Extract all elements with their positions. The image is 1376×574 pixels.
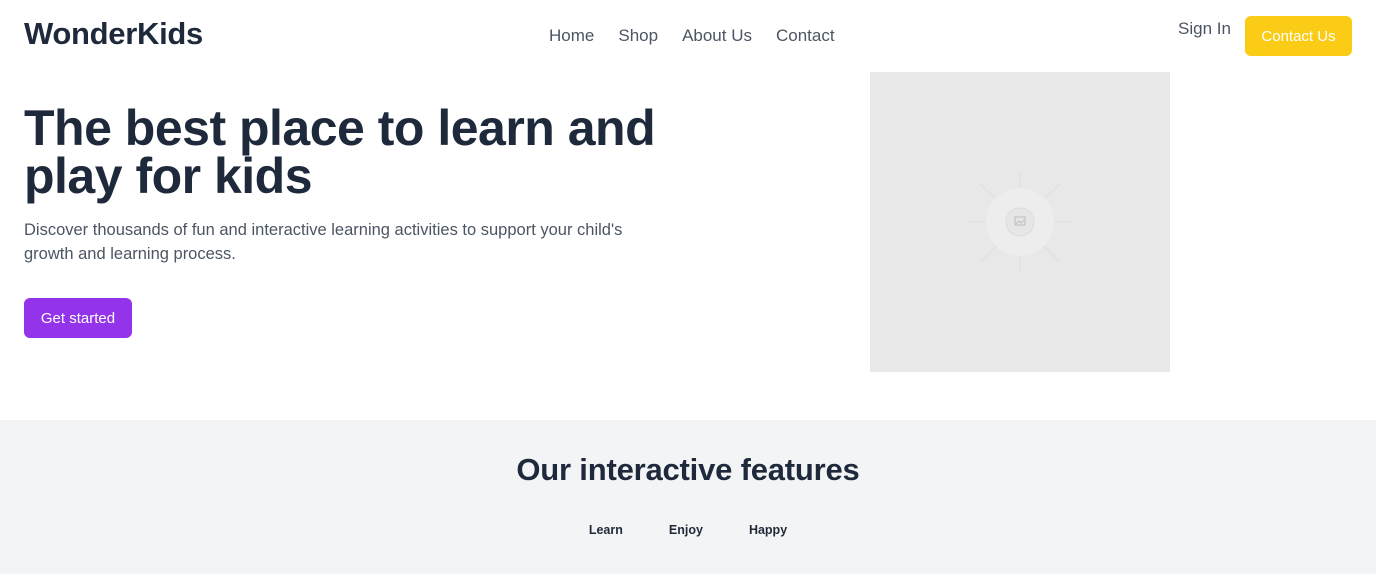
features-section: Our interactive features Learn Enjoy Hap… bbox=[0, 420, 1376, 574]
contact-us-button[interactable]: Contact Us bbox=[1245, 16, 1352, 56]
nav-shop-link[interactable]: Shop bbox=[618, 26, 658, 46]
site-header: WonderKids Home Shop About Us Contact Si… bbox=[0, 0, 1376, 72]
hero-title: The best place to learn and play for kid… bbox=[24, 100, 656, 204]
image-placeholder-icon bbox=[970, 172, 1070, 272]
nav-contact-link[interactable]: Contact bbox=[776, 26, 835, 46]
feature-tab-happy[interactable]: Happy bbox=[749, 523, 787, 537]
feature-tab-enjoy[interactable]: Enjoy bbox=[669, 523, 703, 537]
nav-about-link[interactable]: About Us bbox=[682, 26, 752, 46]
nav-home-link[interactable]: Home bbox=[549, 26, 594, 46]
hero-image bbox=[870, 72, 1170, 372]
main-nav: Home Shop About Us Contact bbox=[549, 26, 835, 46]
feature-tabs: Learn Enjoy Happy bbox=[0, 523, 1376, 537]
hero-subtitle: Discover thousands of fun and interactiv… bbox=[24, 221, 623, 263]
get-started-button[interactable]: Get started bbox=[24, 298, 132, 338]
feature-tab-learn[interactable]: Learn bbox=[589, 523, 623, 537]
features-title: Our interactive features bbox=[516, 452, 860, 487]
logo[interactable]: WonderKids bbox=[24, 16, 203, 52]
sign-in-link[interactable]: Sign In bbox=[1178, 19, 1231, 39]
